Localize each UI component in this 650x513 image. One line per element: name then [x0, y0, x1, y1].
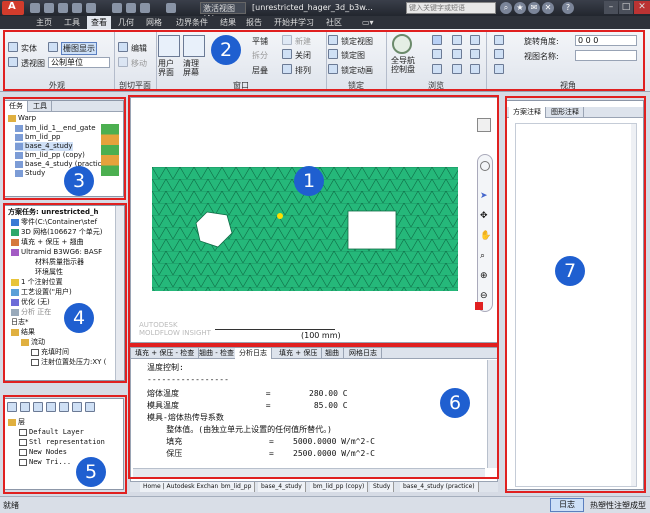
log-toggle-button[interactable]: 日志 [550, 498, 584, 512]
tab-results[interactable]: 结果 [216, 16, 240, 29]
save-icon[interactable] [58, 3, 68, 13]
window-icon[interactable] [166, 3, 176, 13]
tab-mesh[interactable]: 网格 [142, 16, 166, 29]
document-title: [unrestricted_hager_3d_b3w... [252, 3, 373, 12]
exchange-icon[interactable]: ✕ [542, 2, 554, 14]
doc-tab[interactable]: base_4_study (practice) [400, 482, 479, 492]
tab-community[interactable]: 社区 [322, 16, 346, 29]
tab-boundary-conditions[interactable]: 边界条件 [172, 16, 212, 29]
minimize-button[interactable]: – [604, 1, 618, 14]
tab-view[interactable]: 查看 [87, 16, 111, 29]
highlight-box-1 [128, 95, 499, 345]
callout-badge-3: 3 [64, 166, 94, 196]
status-ready: 就绪 [3, 501, 19, 510]
tab-more-icon[interactable]: ▭▾ [358, 16, 378, 29]
highlight-box-5 [3, 395, 127, 494]
tab-home[interactable]: 主页 [32, 16, 56, 29]
callout-badge-6: 6 [440, 388, 470, 418]
doc-tab[interactable]: bm_lid_pp [218, 482, 256, 492]
callout-badge-4: 4 [64, 303, 94, 333]
doc-tab[interactable]: Study [370, 482, 395, 492]
log-button-label: 日志 [559, 500, 575, 509]
tab-tools[interactable]: 工具 [60, 16, 84, 29]
callout-badge-7: 7 [555, 256, 585, 286]
application-menu-button[interactable]: A [2, 1, 24, 15]
doc-tab[interactable]: base_4_study [258, 482, 306, 492]
callout-badge-5: 5 [76, 457, 106, 487]
highlight-box-7 [505, 96, 646, 493]
status-bar: 就绪 日志 热塑性注塑成型 [0, 496, 650, 513]
active-view-combo[interactable]: 激活视图(A) [200, 2, 246, 23]
highlight-box-2 [3, 30, 645, 91]
maximize-button[interactable]: □ [619, 1, 633, 14]
help-icon[interactable]: ? [562, 2, 574, 14]
tab-report[interactable]: 报告 [242, 16, 266, 29]
new-file-icon[interactable] [30, 3, 40, 13]
redo-icon[interactable] [126, 3, 136, 13]
highlight-box-4 [3, 203, 127, 383]
status-analysis-type: 热塑性注塑成型 [590, 501, 646, 510]
copy-icon[interactable] [86, 3, 96, 13]
close-window-button[interactable]: ✕ [634, 1, 650, 14]
print-icon[interactable] [72, 3, 82, 13]
callout-badge-1: 1 [294, 166, 324, 196]
doc-tab[interactable]: bm_lid_pp (copy) [310, 482, 369, 492]
doc-tab-home[interactable]: Home | Autodesk Exchange [140, 482, 230, 492]
document-tab-bar: Home | Autodesk Exchange bm_lid_pp base_… [130, 482, 498, 492]
title-bar: A 激活视图(A) [unrestricted_hager_3d_b3w... … [0, 0, 650, 23]
tab-geometry[interactable]: 几何 [114, 16, 138, 29]
open-file-icon[interactable] [44, 3, 54, 13]
help-search-input[interactable]: 键入关键字或短语 [406, 2, 496, 14]
communication-icon[interactable]: ✉ [528, 2, 540, 14]
app-logo-icon: A [8, 1, 16, 12]
ribbon-tab-bar: 主页 工具 查看 几何 网格 边界条件 结果 报告 开始并学习 社区 ▭▾ [0, 16, 650, 29]
callout-badge-2: 2 [211, 35, 241, 65]
tab-get-started[interactable]: 开始并学习 [270, 16, 318, 29]
search-icon[interactable]: ⌕ [500, 2, 512, 14]
undo-icon[interactable] [112, 3, 122, 13]
select-icon[interactable] [140, 3, 150, 13]
subscription-icon[interactable]: ★ [514, 2, 526, 14]
